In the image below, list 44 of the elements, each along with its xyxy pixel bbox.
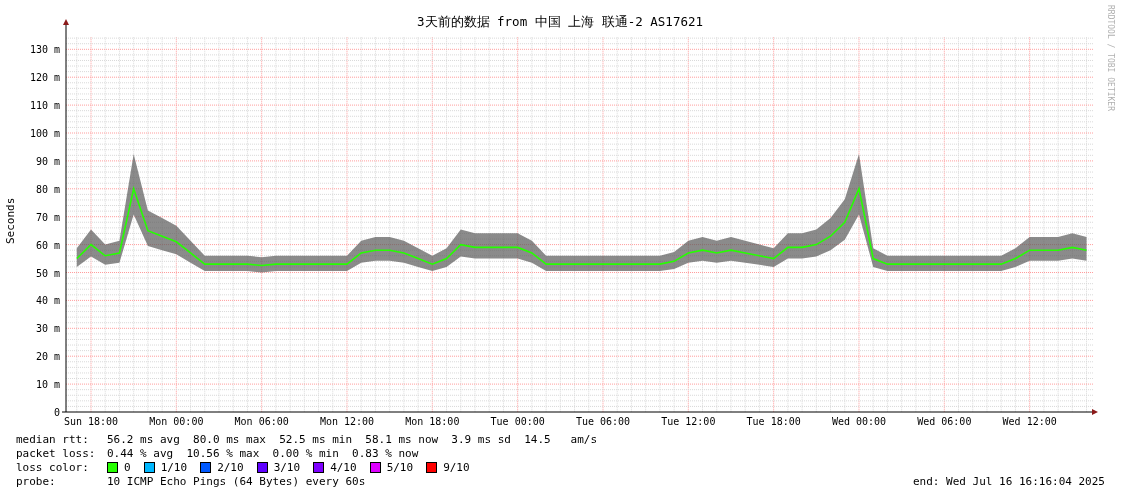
credit-text: RRDTOOL / TOBI OETIKER	[1106, 5, 1115, 111]
y-tick-label: 70 m	[35, 211, 60, 223]
x-tick-label: Wed 06:00	[917, 416, 972, 427]
x-tick-label: Tue 12:00	[661, 416, 716, 427]
x-tick-label: Tue 06:00	[575, 416, 631, 427]
y-tick-label: 110 m	[29, 100, 60, 112]
x-tick-label: Tue 18:00	[746, 416, 801, 427]
loss-level-label: 9/10	[443, 460, 470, 474]
y-tick-label: 90 m	[35, 155, 60, 167]
x-tick-label: Wed 00:00	[831, 416, 887, 427]
stat-values: 56.2 ms avg 80.0 ms max 52.5 ms min 58.1 ms now 3.9 ms sd 14.5 am/s	[107, 432, 598, 446]
probe-label: probe:	[16, 474, 57, 488]
y-tick-label: 10 m	[35, 379, 60, 391]
y-tick-label: 100 m	[29, 128, 60, 139]
y-tick-label: 40 m	[35, 295, 60, 307]
y-tick-label: 30 m	[35, 323, 60, 335]
y-tick-label: 50 m	[35, 267, 60, 279]
loss-level-label: 0	[124, 460, 131, 474]
loss-level-label: 3/10	[273, 460, 301, 474]
x-tick-label: Mon 06:00	[234, 416, 289, 427]
loss-color-label: loss color:	[16, 460, 90, 474]
x-tick-label: Mon 12:00	[319, 416, 375, 427]
end-time: end: Wed Jul 16 16:16:04 2025	[912, 474, 1105, 488]
loss-level-label: 4/10	[330, 460, 357, 474]
stat-label: median rtt:	[16, 432, 90, 446]
x-tick-label: Tue 00:00	[490, 416, 545, 427]
x-tick-label: Mon 00:00	[149, 416, 204, 427]
x-tick-label: Mon 18:00	[405, 416, 460, 427]
y-tick-label: 120 m	[29, 72, 60, 84]
y-tick-label: 20 m	[35, 351, 60, 363]
stat-values: 0.44 % avg 10.56 % max 0.00 % min 0.83 % now	[107, 446, 419, 460]
y-tick-label: 80 m	[35, 183, 60, 195]
y-tick-label: 0	[53, 407, 60, 418]
x-tick-label: Wed 12:00	[1002, 416, 1057, 427]
chart-title: 3天前的数据 from 中国 上海 联通-2 AS17621	[417, 14, 703, 29]
loss-level-label: 5/10	[386, 460, 414, 474]
loss-level-label: 2/10	[217, 460, 244, 474]
y-axis-label: Seconds	[4, 197, 17, 244]
y-tick-label: 130 m	[29, 44, 60, 56]
probe-text: 10 ICMP Echo Pings (64 Bytes) every 60s	[107, 474, 366, 488]
x-tick-label: Sun 18:00	[63, 416, 119, 427]
y-tick-label: 60 m	[35, 239, 60, 251]
loss-level-label: 1/10	[160, 460, 188, 474]
stat-label: packet loss:	[16, 446, 97, 460]
